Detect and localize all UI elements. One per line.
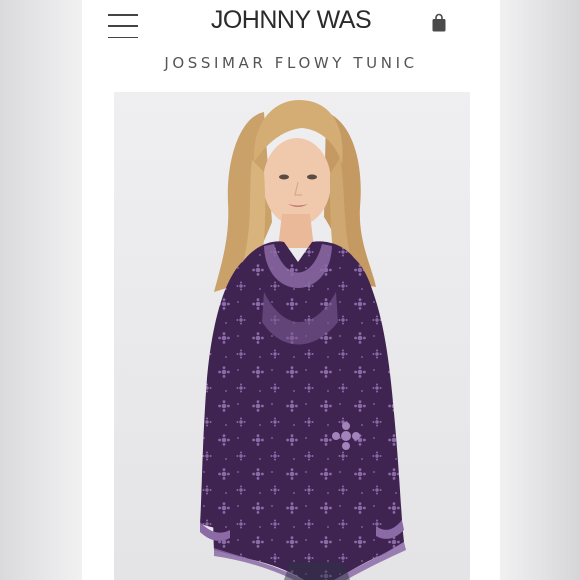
right-margin xyxy=(500,0,580,580)
product-page: JOHNNY WAS JOSSIMAR FLOWY TUNIC xyxy=(82,0,500,580)
product-title: JOSSIMAR FLOWY TUNIC xyxy=(164,54,418,72)
shopping-bag-icon[interactable] xyxy=(431,13,447,33)
product-photo[interactable] xyxy=(114,92,470,580)
left-margin xyxy=(0,0,82,580)
site-header: JOHNNY WAS xyxy=(82,0,500,46)
